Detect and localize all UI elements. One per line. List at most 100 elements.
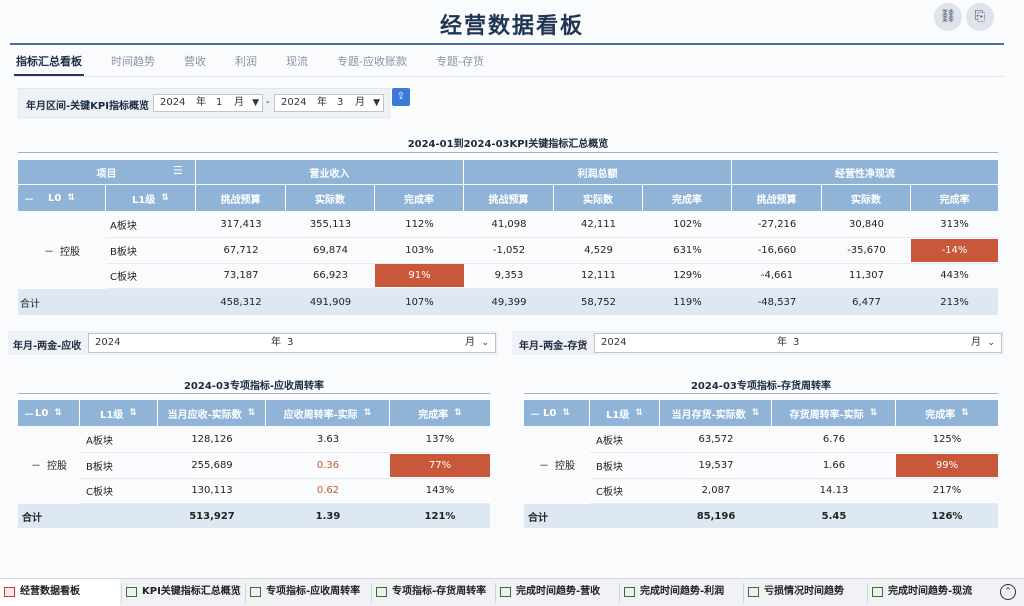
- sheet-tab-label: 完成时间趋势-利润: [640, 586, 725, 597]
- chevron-down-icon: ⌄: [481, 338, 489, 348]
- month-unit: 月: [234, 97, 244, 108]
- sort-icon[interactable]: ⇅: [248, 408, 256, 418]
- chevron-down-icon: ⌄: [987, 338, 995, 348]
- filter-icon[interactable]: ☰: [173, 164, 183, 177]
- sort-icon[interactable]: ⇅: [961, 408, 969, 418]
- inventory-turnover-table: － L0 ⇅ L1级 ⇅ 当月存货-实际数 ⇅ 存货周转率-实际 ⇅ 完成率 ⇅ －控股 A板块 63,5…: [524, 400, 998, 528]
- to-month-select[interactable]: 2024 年 3 月 ▼: [274, 94, 384, 112]
- total-label: 合计: [528, 512, 548, 524]
- collapse-icon[interactable]: －: [530, 406, 540, 421]
- header-cell[interactable]: 完成率 ⇅: [390, 400, 490, 426]
- filter-label: 年月-两金-存货: [519, 341, 588, 352]
- header-cell[interactable]: － L0 ⇅: [524, 400, 590, 426]
- sheet-tab[interactable]: 经营数据看板: [0, 579, 120, 606]
- header-cell[interactable]: 存货周转率-实际 ⇅: [772, 400, 896, 426]
- header-metric: 完成率: [643, 185, 732, 211]
- sheet-tab[interactable]: KPI关键指标汇总概览: [122, 579, 244, 606]
- total-cell: 119%: [673, 296, 702, 308]
- sort-icon[interactable]: ⇅: [364, 408, 372, 418]
- l1-cell: A板块: [110, 221, 137, 232]
- sheet-tab[interactable]: 完成时间趋势-现流: [868, 579, 990, 606]
- header-cell[interactable]: 当月存货-实际数 ⇅: [660, 400, 772, 426]
- table-cell: 355,113: [309, 219, 352, 230]
- link-icon[interactable]: ⛓: [934, 3, 962, 31]
- l0-cell[interactable]: － 控股: [524, 427, 590, 502]
- header-cell[interactable]: 完成率 ⇅: [896, 400, 998, 426]
- tab-trend[interactable]: 时间趋势: [109, 52, 157, 76]
- header-cell[interactable]: 应收周转率-实际 ⇅: [266, 400, 390, 426]
- header-label: 完成率: [925, 409, 956, 421]
- tab-cashflow[interactable]: 现流: [284, 52, 310, 76]
- range-dash: -: [266, 97, 270, 108]
- header-l0[interactable]: － L0 ⇅: [18, 185, 106, 211]
- table-cell: 102%: [673, 219, 702, 230]
- table-cell: 4,529: [584, 244, 613, 256]
- sheet-tab[interactable]: 亏损情况时间趋势: [744, 579, 866, 606]
- tab-inventory[interactable]: 专题-存货: [434, 52, 486, 76]
- sheet-tab[interactable]: 专项指标-应收周转率: [246, 579, 370, 606]
- sort-icon[interactable]: ⇅: [129, 408, 137, 418]
- sort-icon[interactable]: ⇅: [454, 408, 462, 418]
- table-cell: 2,087: [701, 485, 731, 496]
- sort-icon[interactable]: ⇅: [870, 408, 878, 418]
- ar-month-select[interactable]: 2024 年 3 月 ⌄: [88, 333, 496, 353]
- collapse-icon[interactable]: －: [44, 243, 54, 258]
- table-cell: 112%: [405, 219, 434, 230]
- tab-revenue[interactable]: 营收: [182, 52, 208, 76]
- l1-cell: B板块: [596, 461, 623, 473]
- sort-icon[interactable]: ⇅: [67, 193, 75, 203]
- collapse-icon[interactable]: －: [24, 191, 34, 206]
- sort-icon[interactable]: ⇅: [562, 408, 570, 418]
- ar-turnover-table: － L0 ⇅ L1级 ⇅ 当月应收-实际数 ⇅ 应收周转率-实际 ⇅ 完成率 ⇅ －控股 A板块 128,…: [18, 400, 490, 528]
- collapse-icon[interactable]: －: [24, 406, 34, 421]
- from-year-value: 2024: [160, 97, 186, 108]
- l1-cell: A板块: [596, 436, 623, 447]
- header-item[interactable]: 项目: [18, 160, 196, 184]
- sort-icon[interactable]: ⇅: [635, 408, 643, 418]
- share-icon[interactable]: ⇪: [392, 88, 410, 106]
- month-value: 3: [287, 337, 294, 348]
- table-cell: 30,840: [849, 219, 884, 230]
- inventory-month-select[interactable]: 2024 年 3 月 ⌄: [594, 333, 1002, 353]
- sheet-tab[interactable]: 完成时间趋势-利润: [620, 579, 742, 606]
- sheet-tab[interactable]: 专项指标-存货周转率: [372, 579, 494, 606]
- header-metric: 实际数: [286, 185, 375, 211]
- sheet-tab-label: 亏损情况时间趋势: [764, 586, 844, 597]
- header-cell[interactable]: L1级 ⇅: [590, 400, 660, 426]
- table-header-row: － L0 ⇅ L1级 ⇅ 当月存货-实际数 ⇅ 存货周转率-实际 ⇅ 完成率 ⇅: [524, 400, 998, 426]
- tab-summary[interactable]: 指标汇总看板: [14, 52, 84, 76]
- month-value: 3: [793, 337, 800, 348]
- sheet-divider: [867, 583, 868, 603]
- sheet-tab[interactable]: 完成时间趋势-营收: [496, 579, 618, 606]
- exit-icon[interactable]: ⎘: [966, 3, 994, 31]
- table-cell: 137%: [425, 434, 455, 445]
- tab-profit[interactable]: 利润: [233, 52, 259, 76]
- header-cell[interactable]: 当月应收-实际数 ⇅: [158, 400, 266, 426]
- collapse-icon[interactable]: －: [31, 457, 41, 472]
- collapse-icon[interactable]: －: [539, 457, 549, 472]
- more-icon[interactable]: ⌃: [1000, 584, 1016, 600]
- table-cell: 14.13: [819, 485, 849, 496]
- total-cell: 126%: [931, 510, 963, 522]
- sheet-divider: [121, 583, 122, 603]
- sheet-tab-label: 专项指标-存货周转率: [392, 586, 487, 597]
- chevron-down-icon: ▼: [252, 98, 259, 108]
- table-cell: 125%: [932, 434, 962, 445]
- sort-icon[interactable]: ⇅: [161, 193, 169, 203]
- table-cell: -1,052: [492, 244, 526, 256]
- header-cell[interactable]: L1级 ⇅: [80, 400, 158, 426]
- header-item-label: 项目: [96, 168, 117, 180]
- header-metric: 完成率: [375, 185, 464, 211]
- sort-icon[interactable]: ⇅: [752, 408, 760, 418]
- l0-cell[interactable]: － 控股: [18, 212, 106, 289]
- l0-cell[interactable]: － 控股: [18, 427, 80, 502]
- sort-icon[interactable]: ⇅: [54, 408, 62, 418]
- sheet-divider: [495, 583, 496, 603]
- table-cell: 313%: [940, 219, 969, 230]
- total-cell: 213%: [940, 296, 969, 308]
- table-cell: 91%: [375, 264, 464, 287]
- header-cell[interactable]: － L0 ⇅: [18, 400, 80, 426]
- from-month-select[interactable]: 2024 年 1 月 ▼: [153, 94, 263, 112]
- tab-receivables[interactable]: 专题-应收账款: [335, 52, 409, 76]
- header-l1[interactable]: L1级 ⇅: [106, 185, 196, 211]
